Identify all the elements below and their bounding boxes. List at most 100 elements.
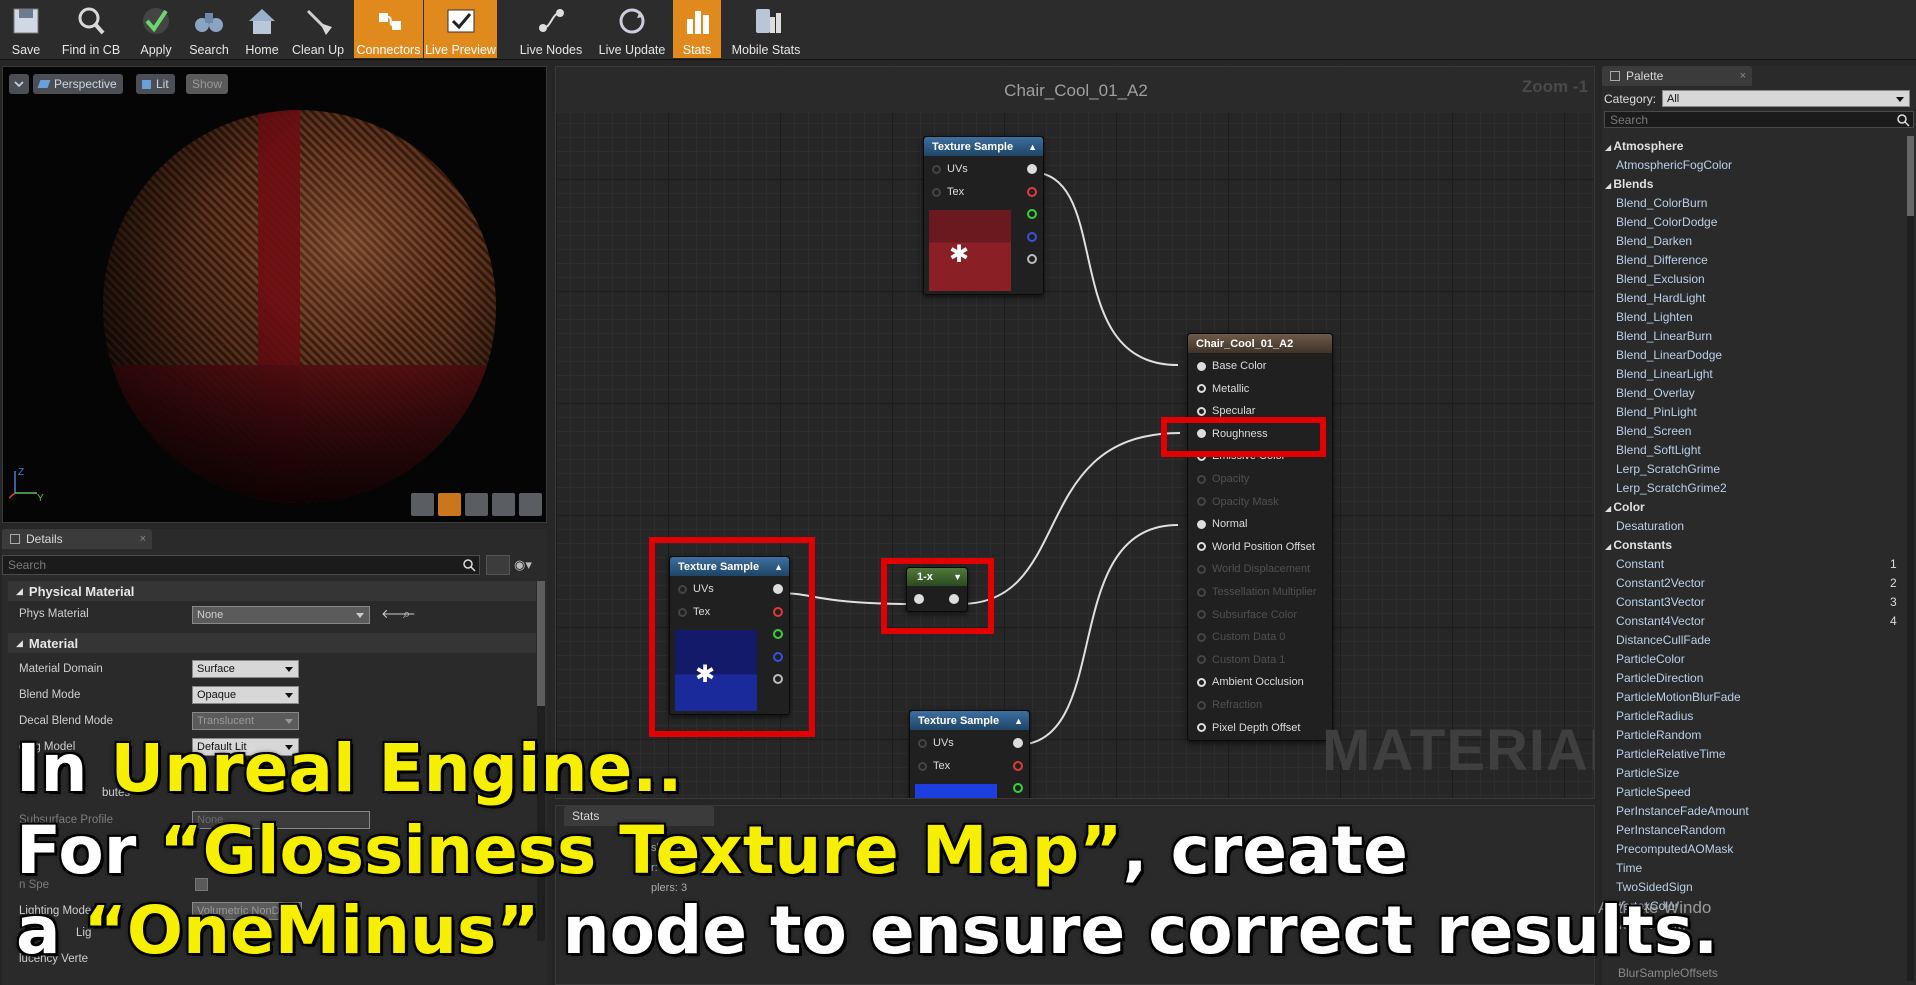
tab-details[interactable]: Details × [2, 529, 152, 549]
cube-preview-icon[interactable] [492, 493, 515, 516]
mesh-preview-icon[interactable] [519, 493, 542, 516]
toolbar-button-find-in-cb[interactable]: Find in CB [55, 0, 127, 58]
palette-item[interactable]: Blend_HardLight [1616, 291, 1705, 305]
output-g-pin[interactable] [1013, 783, 1023, 793]
palette-item[interactable]: Constant3Vector [1616, 595, 1705, 609]
palette-item[interactable]: Desaturation [1616, 519, 1684, 533]
toolbar-button-home[interactable]: Home [239, 0, 285, 58]
palette-item[interactable]: Blend_ColorBurn [1616, 196, 1707, 210]
pin-uvs[interactable]: UVs [924, 161, 968, 177]
result-input-opacity-mask[interactable]: Opacity Mask [1188, 494, 1279, 510]
palette-item[interactable]: ParticleSize [1616, 766, 1679, 780]
output-r-pin[interactable] [1027, 187, 1037, 197]
material-result-node[interactable]: Chair_Cool_01_A2 Base Color Metallic Specu… [1187, 333, 1333, 741]
result-input-ambient-occlusion[interactable]: Ambient Occlusion [1188, 674, 1304, 690]
palette-item[interactable]: DistanceCullFade [1616, 633, 1711, 647]
blend-mode-combo[interactable]: Opaque [192, 686, 299, 704]
result-input-custom-data-0[interactable]: Custom Data 0 [1188, 629, 1285, 645]
toolbar-button-clean-up[interactable]: Clean Up [287, 0, 349, 58]
collapse-arrow-icon[interactable]: ▲ [1014, 716, 1023, 726]
palette-item[interactable]: Time [1616, 861, 1642, 875]
palette-item[interactable]: Constant [1616, 557, 1664, 571]
toolbar-button-mobile-stats[interactable]: Mobile Stats [724, 0, 808, 58]
sphere-preview-icon[interactable] [438, 493, 461, 516]
result-input-base-color[interactable]: Base Color [1188, 358, 1266, 374]
tab-palette[interactable]: Palette × [1602, 66, 1752, 86]
palette-category[interactable]: ◢ Atmosphere [1605, 139, 1683, 153]
palette-item[interactable]: Blend_SoftLight [1616, 443, 1701, 457]
palette-item[interactable]: Constant2Vector [1616, 576, 1705, 590]
toolbar-button-apply[interactable]: Apply [132, 0, 180, 58]
result-input-pixel-depth-offset[interactable]: Pixel Depth Offset [1188, 720, 1300, 736]
palette-item[interactable]: ParticleDirection [1616, 671, 1703, 685]
toolbar-button-live-preview[interactable]: Live Preview [424, 0, 497, 58]
pin-tex[interactable]: Tex [924, 184, 964, 200]
palette-item[interactable]: PerInstanceRandom [1616, 823, 1725, 837]
palette-item[interactable]: Blend_PinLight [1616, 405, 1697, 419]
pin-uvs[interactable]: UVs [910, 735, 954, 751]
palette-item[interactable]: ParticleColor [1616, 652, 1685, 666]
palette-item[interactable]: Blend_ColorDodge [1616, 215, 1717, 229]
palette-item[interactable]: PerInstanceFadeAmount [1616, 804, 1749, 818]
arrow-left-icon[interactable]: 🡐 [381, 606, 416, 622]
result-input-normal[interactable]: Normal [1188, 516, 1247, 532]
result-input-refraction[interactable]: Refraction [1188, 697, 1262, 713]
pin-tex[interactable]: Tex [910, 758, 950, 774]
output-rgb-pin[interactable] [1027, 164, 1037, 174]
perspective-button[interactable]: Perspective [33, 74, 123, 94]
palette-item[interactable]: Constant4Vector [1616, 614, 1705, 628]
palette-item[interactable]: Blend_LinearLight [1616, 367, 1713, 381]
result-input-custom-data-1[interactable]: Custom Data 1 [1188, 652, 1285, 668]
collapse-arrow-icon[interactable]: ▲ [1028, 142, 1037, 152]
lit-button[interactable]: Lit [136, 74, 175, 94]
grid-view-icon[interactable] [486, 555, 510, 575]
palette-item[interactable]: Blend_LinearBurn [1616, 329, 1712, 343]
material-domain-combo[interactable]: Surface [192, 660, 299, 678]
palette-item[interactable]: ParticleSpeed [1616, 785, 1691, 799]
browse-search-icon[interactable]: ⌕ [403, 606, 410, 622]
palette-item[interactable]: Blend_Darken [1616, 234, 1692, 248]
plane-preview-icon[interactable] [465, 493, 488, 516]
palette-item[interactable]: Blend_Lighten [1616, 310, 1693, 324]
palette-category[interactable]: ◢ Blends [1605, 177, 1653, 191]
show-button[interactable]: Show [186, 74, 229, 94]
material-graph[interactable]: Chair_Cool_01_A2 Zoom -1 Texture Sample … [555, 66, 1595, 799]
toolbar-button-connectors[interactable]: Connectors [354, 0, 423, 58]
palette-category[interactable]: ◢ Constants [1605, 538, 1672, 552]
result-input-metallic[interactable]: Metallic [1188, 381, 1249, 397]
palette-item[interactable]: AtmosphericFogColor [1616, 158, 1732, 172]
result-input-world-position-offset[interactable]: World Position Offset [1188, 539, 1315, 555]
details-scroll-thumb[interactable] [537, 581, 545, 706]
palette-item[interactable]: ParticleRelativeTime [1616, 747, 1726, 761]
physical-material-section[interactable]: ◢ Physical Material [8, 581, 536, 601]
eye-icon[interactable]: ◉▾ [514, 557, 540, 573]
palette-item[interactable]: Blend_Difference [1616, 253, 1708, 267]
palette-item[interactable]: PrecomputedAOMask [1616, 842, 1733, 856]
palette-item[interactable]: ParticleMotionBlurFade [1616, 690, 1741, 704]
palette-item[interactable]: Blend_LinearDodge [1616, 348, 1722, 362]
palette-item[interactable]: Lerp_ScratchGrime2 [1616, 481, 1727, 495]
result-input-world-displacement[interactable]: World Displacement [1188, 561, 1310, 577]
close-icon[interactable]: × [140, 533, 146, 545]
palette-item[interactable]: Lerp_ScratchGrime [1616, 462, 1720, 476]
toolbar-button-live-nodes[interactable]: Live Nodes [514, 0, 588, 58]
output-b-pin[interactable] [1027, 232, 1037, 242]
output-r-pin[interactable] [1013, 761, 1023, 771]
palette-item[interactable]: Blend_Exclusion [1616, 272, 1705, 286]
decal-blend-mode-combo[interactable]: Translucent [192, 712, 299, 730]
preview-viewport[interactable]: Perspective Lit Show Z Y [2, 66, 547, 523]
palette-item[interactable]: Blend_Overlay [1616, 386, 1695, 400]
material-section[interactable]: ◢ Material [8, 633, 536, 653]
output-rgb-pin[interactable] [1013, 738, 1023, 748]
details-search-input[interactable]: Search [2, 555, 480, 575]
output-a-pin[interactable] [1027, 254, 1037, 264]
toolbar-button-search[interactable]: Search [183, 0, 235, 58]
category-combo[interactable]: All [1662, 90, 1910, 107]
palette-item[interactable]: Blend_Screen [1616, 424, 1691, 438]
result-input-opacity[interactable]: Opacity [1188, 471, 1249, 487]
palette-scroll-thumb[interactable] [1907, 136, 1914, 216]
palette-item[interactable]: ParticleRandom [1616, 728, 1701, 742]
palette-item[interactable]: ParticleRadius [1616, 709, 1693, 723]
toolbar-button-save[interactable]: Save [0, 0, 52, 58]
palette-scrollbar[interactable] [1907, 136, 1914, 981]
